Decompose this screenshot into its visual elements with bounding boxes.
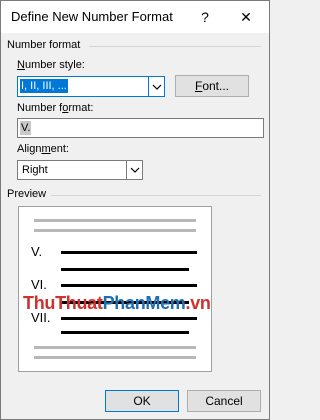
alignment-label: Alignment:: [17, 143, 69, 155]
preview-group-heading: Preview: [7, 188, 47, 200]
number-format-label: Number format:: [17, 102, 94, 114]
font-button[interactable]: Font...: [175, 75, 249, 97]
number-format-input[interactable]: V.: [17, 118, 264, 138]
preview-text-line: [61, 268, 189, 271]
preview-numeral-1: V.: [31, 244, 43, 259]
chevron-down-icon[interactable]: [126, 161, 142, 179]
preview-gray-line: [34, 356, 196, 359]
number-style-dropdown[interactable]: I, II, III, ...: [17, 76, 165, 97]
help-button[interactable]: ?: [193, 5, 217, 29]
ok-button[interactable]: OK: [105, 390, 179, 412]
number-format-value: V.: [20, 121, 32, 135]
number-style-value: I, II, III, ...: [20, 79, 68, 93]
dialog-title: Define New Number Format: [11, 9, 173, 24]
chevron-down-icon[interactable]: [148, 77, 164, 96]
preview-gray-line: [34, 346, 196, 349]
preview-gray-line: [34, 219, 196, 222]
preview-numeral-2: VI.: [31, 277, 47, 292]
preview-group-divider: [51, 195, 261, 196]
preview-text-line: [61, 317, 197, 320]
preview-gray-line: [34, 229, 196, 232]
alignment-value: Right: [22, 164, 48, 176]
close-button[interactable]: ✕: [231, 5, 261, 29]
number-format-group-divider: [89, 46, 261, 47]
preview-text-line: [61, 284, 197, 287]
preview-text-line: [61, 331, 189, 334]
title-bar: Define New Number Format ? ✕: [1, 1, 269, 33]
number-style-label: Number style:: [17, 59, 85, 71]
alignment-dropdown[interactable]: Right: [17, 160, 143, 180]
cancel-button[interactable]: Cancel: [187, 390, 261, 412]
preview-text-line: [61, 251, 197, 254]
define-number-format-dialog: Define New Number Format ? ✕ Number form…: [0, 0, 270, 420]
number-format-group-heading: Number format: [7, 39, 81, 51]
preview-pane: V. VI. VII.: [18, 206, 212, 372]
watermark-logo: ThuThuatPhanMem.vn: [23, 293, 211, 313]
